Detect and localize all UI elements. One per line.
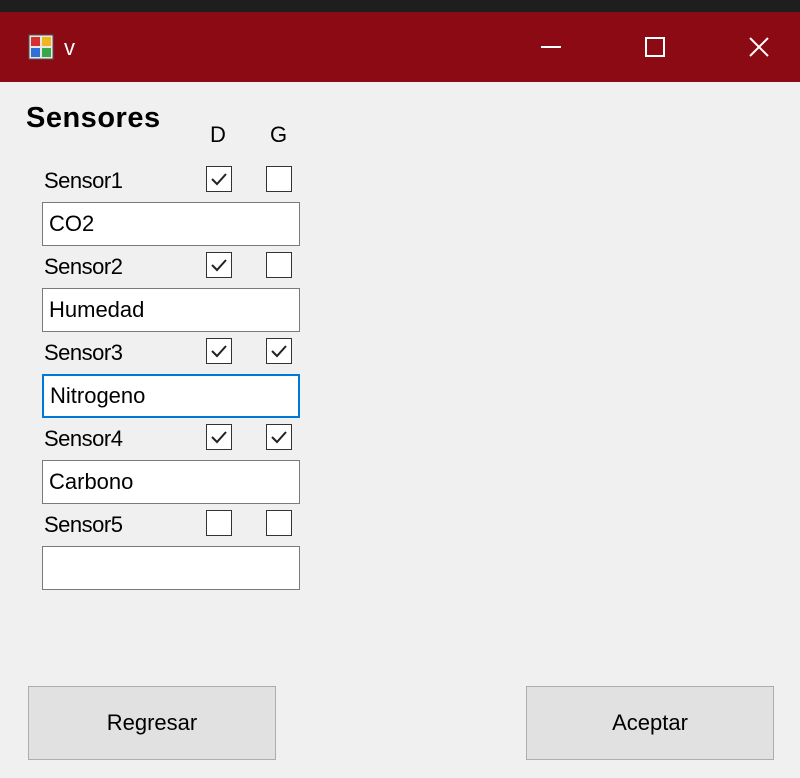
form-heading: Sensores — [26, 102, 161, 134]
checkmark-icon — [211, 259, 227, 272]
app-icon — [28, 34, 54, 60]
sensor1-label: Sensor1 — [44, 168, 123, 193]
title-bar[interactable]: v — [0, 12, 800, 82]
sensor3-g-checkbox[interactable] — [266, 338, 292, 364]
sensor2-g-checkbox[interactable] — [266, 252, 292, 278]
checkmark-icon — [211, 431, 227, 444]
checkmark-icon — [271, 345, 287, 358]
sensor3-label: Sensor3 — [44, 340, 123, 365]
maximize-icon — [645, 37, 665, 57]
maximize-button[interactable] — [620, 12, 690, 82]
checkmark-icon — [211, 345, 227, 358]
minimize-icon — [541, 46, 561, 48]
sensor1-g-checkbox[interactable] — [266, 166, 292, 192]
sensor4-g-checkbox[interactable] — [266, 424, 292, 450]
column-header-g: G — [270, 122, 288, 147]
checkmark-icon — [211, 173, 227, 186]
back-button[interactable]: Regresar — [28, 686, 276, 760]
close-icon — [749, 37, 769, 57]
sensor3-d-checkbox[interactable] — [206, 338, 232, 364]
sensor2-name-field[interactable] — [42, 288, 300, 332]
sensor4-label: Sensor4 — [44, 426, 123, 451]
sensor5-g-checkbox[interactable] — [266, 510, 292, 536]
sensor2-d-checkbox[interactable] — [206, 252, 232, 278]
sensor2-label: Sensor2 — [44, 254, 123, 279]
sensor3-name-field[interactable] — [42, 374, 300, 418]
sensor4-name-field[interactable] — [42, 460, 300, 504]
window-title: v — [64, 35, 75, 60]
checkmark-icon — [271, 431, 287, 444]
sensor5-label: Sensor5 — [44, 512, 123, 537]
sensor1-name-field[interactable] — [42, 202, 300, 246]
top-edge — [0, 0, 800, 12]
sensor4-d-checkbox[interactable] — [206, 424, 232, 450]
column-header-d: D — [210, 122, 226, 147]
minimize-button[interactable] — [516, 12, 586, 82]
sensor5-name-field[interactable] — [42, 546, 300, 590]
sensor1-d-checkbox[interactable] — [206, 166, 232, 192]
accept-button[interactable]: Aceptar — [526, 686, 774, 760]
sensor5-d-checkbox[interactable] — [206, 510, 232, 536]
form-area: Sensores D G Sensor1 Sensor2 Sensor3 Sen… — [0, 82, 800, 778]
close-button[interactable] — [724, 12, 794, 82]
